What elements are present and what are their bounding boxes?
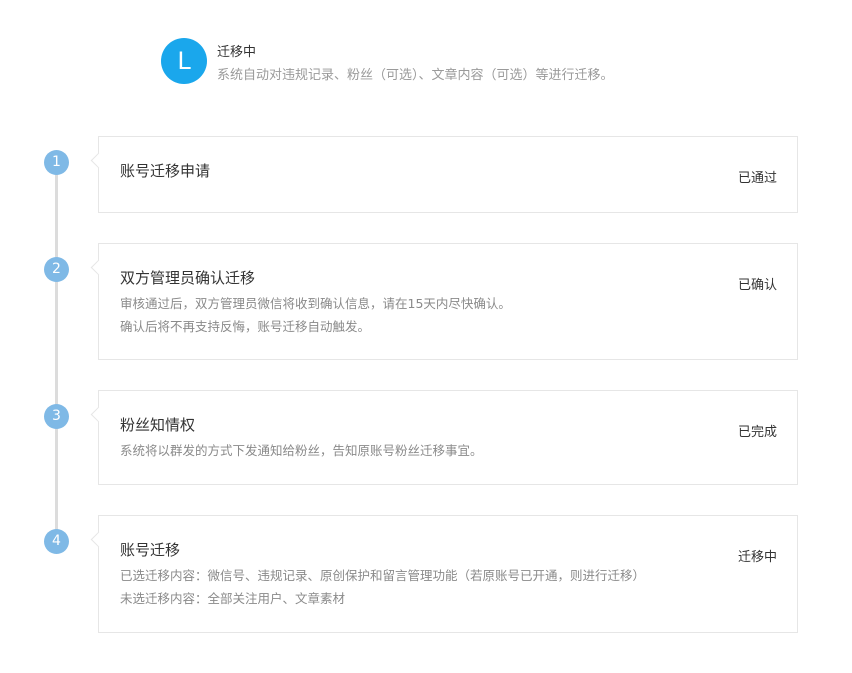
step-status: 迁移中 bbox=[737, 550, 777, 565]
step-card-4: 账号迁移 迁移中 已选迁移内容：微信号、违规记录、原创保护和留言管理功能（若原账… bbox=[98, 515, 798, 633]
step-status: 已通过 bbox=[737, 171, 777, 186]
step-status: 已完成 bbox=[737, 425, 777, 440]
step-description-line: 已选迁移内容：微信号、违规记录、原创保护和留言管理功能（若原账号已开通，则进行迁… bbox=[120, 568, 646, 583]
step-title: 粉丝知情权 bbox=[120, 416, 196, 434]
timeline-line bbox=[55, 162, 58, 542]
step-number-2: 2 bbox=[44, 257, 69, 282]
step-description-line: 审核通过后，双方管理员微信将收到确认信息，请在15天内尽快确认。 bbox=[120, 296, 511, 311]
avatar: L bbox=[161, 38, 207, 84]
step-title: 双方管理员确认迁移 bbox=[120, 269, 256, 287]
status-description: 系统自动对违规记录、粉丝（可选）、文章内容（可选）等进行迁移。 bbox=[217, 68, 614, 83]
step-number-1: 1 bbox=[44, 150, 69, 175]
status-title: 迁移中 bbox=[217, 45, 257, 60]
step-title: 账号迁移 bbox=[120, 541, 181, 559]
step-status: 已确认 bbox=[737, 278, 777, 293]
step-description-line: 确认后将不再支持反悔，账号迁移自动触发。 bbox=[120, 319, 371, 334]
step-card-3: 粉丝知情权 已完成 系统将以群发的方式下发通知给粉丝，告知原账号粉丝迁移事宜。 bbox=[98, 390, 798, 485]
step-card-1: 账号迁移申请 已通过 bbox=[98, 136, 798, 213]
step-number-3: 3 bbox=[44, 404, 69, 429]
step-card-2: 双方管理员确认迁移 已确认 审核通过后，双方管理员微信将收到确认信息，请在15天… bbox=[98, 243, 798, 360]
step-number-4: 4 bbox=[44, 529, 69, 554]
step-title: 账号迁移申请 bbox=[120, 162, 211, 180]
step-description-line: 系统将以群发的方式下发通知给粉丝，告知原账号粉丝迁移事宜。 bbox=[120, 443, 483, 458]
step-description-line: 未选迁移内容：全部关注用户、文章素材 bbox=[120, 591, 346, 606]
